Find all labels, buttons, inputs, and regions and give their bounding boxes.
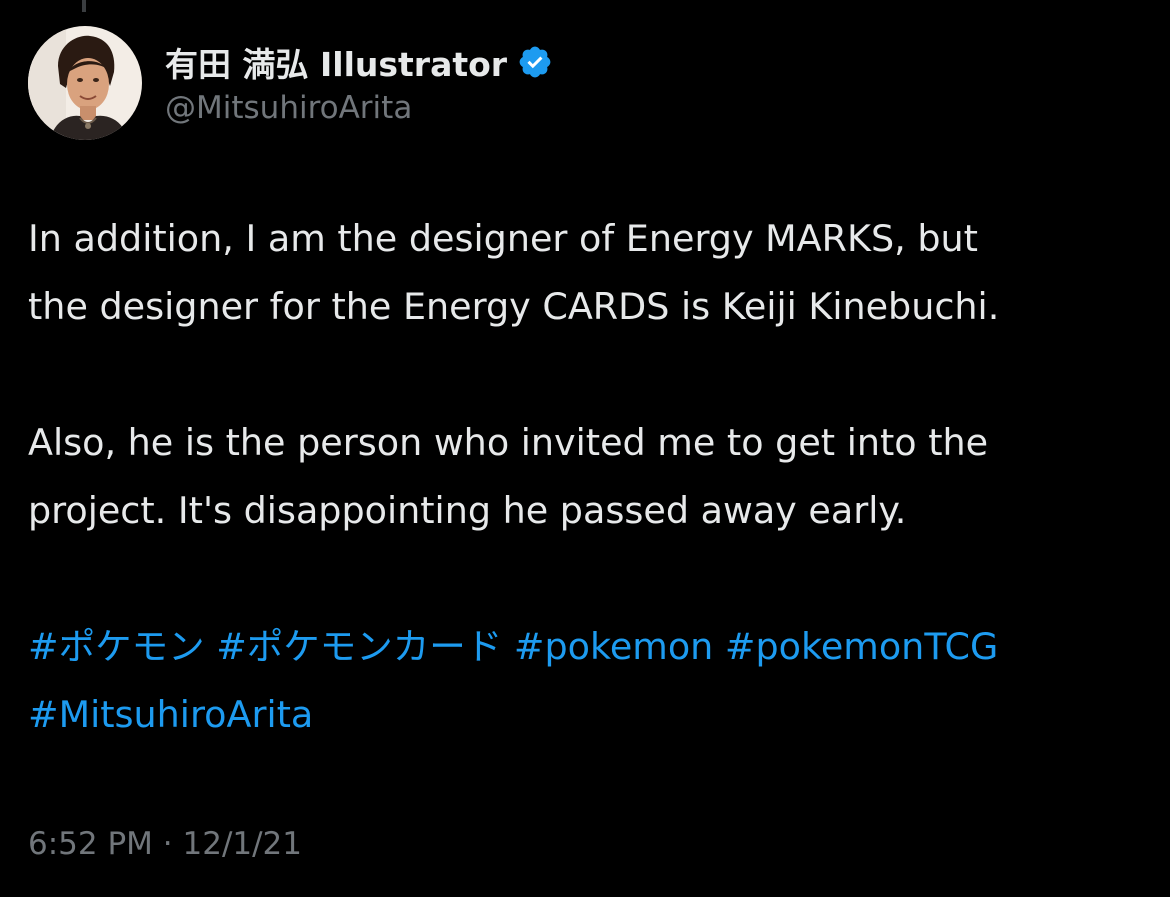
hashtag-line: #MitsuhiroArita [28, 681, 1148, 749]
hashtag-link[interactable]: #pokemon [514, 625, 713, 668]
tweet-header: 有田 満弘 Illustrator @MitsuhiroArita [28, 25, 553, 140]
hashtag-link[interactable]: #ポケモンカード [216, 625, 502, 668]
paragraph-break [28, 545, 1148, 613]
hashtag-line: #ポケモン #ポケモンカード #pokemon #pokemonTCG [28, 613, 1148, 681]
thread-connector-line [82, 0, 86, 12]
verified-badge-icon[interactable] [517, 44, 553, 80]
hashtag-link[interactable]: #pokemonTCG [725, 625, 998, 668]
display-name-row: 有田 満弘 Illustrator [165, 40, 553, 84]
hashtag-link[interactable]: #ポケモン [28, 625, 205, 668]
hashtag-link[interactable]: #MitsuhiroArita [28, 693, 313, 736]
author-handle[interactable]: @MitsuhiroArita [165, 90, 553, 126]
tweet-line: In addition, I am the designer of Energy… [28, 217, 978, 260]
display-name[interactable]: 有田 満弘 Illustrator [165, 38, 507, 86]
paragraph-break [28, 341, 1148, 409]
author-names: 有田 満弘 Illustrator @MitsuhiroArita [165, 40, 553, 126]
tweet-line: Also, he is the person who invited me to… [28, 421, 989, 464]
tweet-timestamp[interactable]: 6:52 PM · 12/1/21 [28, 826, 302, 862]
meta-separator: · [162, 826, 173, 862]
tweet-date: 12/1/21 [182, 826, 303, 862]
avatar[interactable] [28, 25, 142, 140]
avatar-image [28, 25, 142, 140]
tweet-text: In addition, I am the designer of Energy… [28, 205, 1148, 749]
tweet-time: 6:52 PM [28, 826, 153, 862]
tweet-line: project. It's disappointing he passed aw… [28, 489, 907, 532]
tweet-line: the designer for the Energy CARDS is Kei… [28, 285, 1000, 328]
